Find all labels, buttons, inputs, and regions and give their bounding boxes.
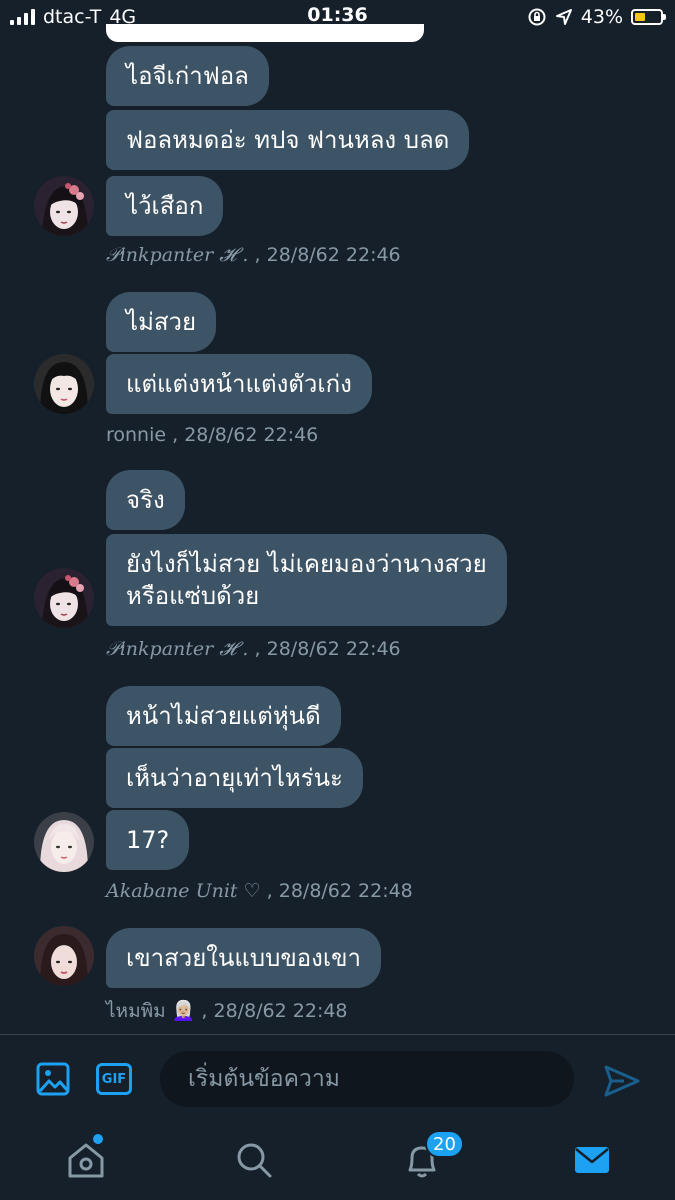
message-bubble[interactable]: จริง [106, 470, 185, 530]
message-bubble[interactable]: เห็นว่าอายุเท่าไหร่นะ [106, 748, 363, 808]
message-bubble[interactable]: หน้าไม่สวยแต่หุ่นดี [106, 686, 341, 746]
avatar[interactable] [34, 176, 94, 236]
add-photo-button[interactable] [33, 1059, 73, 1099]
message-timestamp: , 28/8/62 22:46 [172, 424, 319, 446]
sender-name: Akabane Unit ♡ [106, 880, 261, 902]
message-meta: ronnie , 28/8/62 22:46 [106, 424, 318, 446]
tab-bar: 20 [0, 1126, 675, 1200]
avatar[interactable] [34, 354, 94, 414]
message-bubble[interactable]: ฟอลหมดอ่ะ ทปจ ฟานหลง บลด [106, 110, 470, 170]
sender-name: ronnie [106, 424, 167, 446]
send-icon[interactable] [602, 1061, 642, 1101]
tab-messages[interactable] [570, 1138, 614, 1182]
message-bubble[interactable]: ยังไงก็ไม่สวย ไม่เคยมองว่านางสวย หรือแซ่… [106, 534, 507, 626]
message-timestamp: , 28/8/62 22:48 [266, 880, 413, 902]
sender-name: 𝒫inkpanter 𝓗 . [106, 244, 249, 266]
tab-home[interactable] [64, 1138, 108, 1182]
message-bubble[interactable]: ไม่สวย [106, 292, 217, 352]
lock-rotation-icon [528, 8, 546, 26]
message-meta: 𝒫inkpanter 𝓗 . , 28/8/62 22:46 [106, 244, 401, 266]
gif-icon: GIF [96, 1063, 132, 1095]
sender-name: ไหมพิม 👩🏼‍🦳 [106, 1000, 196, 1022]
conversation[interactable]: ไอจีเก่าฟอล ฟอลหมดอ่ะ ทปจ ฟานหลง บลด ไว้… [0, 24, 675, 1034]
add-gif-button[interactable]: GIF [94, 1059, 134, 1099]
home-icon [68, 1143, 104, 1178]
battery-percent: 43% [580, 6, 623, 28]
avatar[interactable] [34, 926, 94, 986]
message-composer: GIF เริ่มต้นข้อความ [0, 1034, 675, 1126]
message-bubble[interactable]: ไว้เสือก [106, 176, 224, 236]
tab-search[interactable] [232, 1138, 276, 1182]
avatar[interactable] [34, 812, 94, 872]
previous-message-edge [106, 24, 424, 42]
message-meta: ไหมพิม 👩🏼‍🦳 , 28/8/62 22:48 [106, 996, 348, 1026]
status-icons: 43% [527, 4, 666, 30]
home-new-indicator [93, 1134, 103, 1144]
mail-icon [575, 1147, 609, 1173]
battery-level [635, 13, 645, 21]
message-timestamp: , 28/8/62 22:48 [201, 1000, 348, 1022]
message-timestamp: , 28/8/62 22:46 [254, 244, 401, 266]
location-icon [555, 9, 572, 25]
message-input[interactable]: เริ่มต้นข้อความ [160, 1051, 574, 1107]
notification-count-badge: 20 [425, 1130, 464, 1158]
sender-name: 𝒫inkpanter 𝓗 . [106, 638, 249, 660]
message-bubble[interactable]: 17? [106, 810, 190, 870]
battery-icon [631, 9, 666, 25]
message-bubble[interactable]: แต่แต่งหน้าแต่งตัวเก่ง [106, 354, 372, 414]
search-icon [237, 1143, 272, 1178]
message-bubble[interactable]: ไอจีเก่าฟอล [106, 46, 269, 106]
message-meta: 𝒫inkpanter 𝓗 . , 28/8/62 22:46 [106, 638, 401, 660]
message-timestamp: , 28/8/62 22:46 [254, 638, 401, 660]
message-meta: Akabane Unit ♡ , 28/8/62 22:48 [106, 880, 413, 902]
avatar[interactable] [34, 568, 94, 628]
message-bubble[interactable]: เขาสวยในแบบของเขา [106, 928, 381, 988]
image-icon [36, 1062, 70, 1096]
